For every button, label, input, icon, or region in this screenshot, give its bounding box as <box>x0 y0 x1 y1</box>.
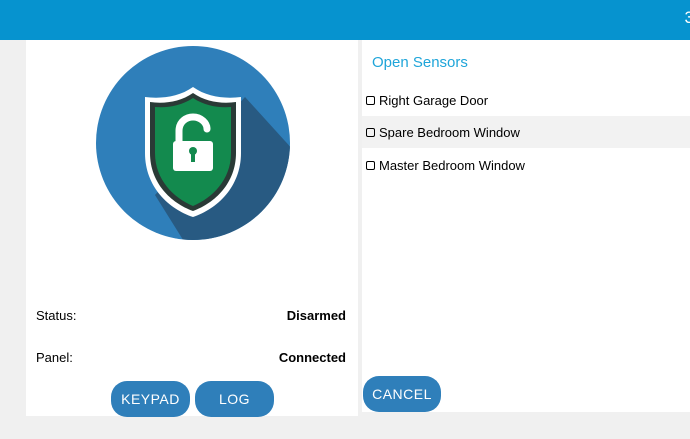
sensor-label: Master Bedroom Window <box>379 157 525 173</box>
sensor-label: Spare Bedroom Window <box>379 124 520 140</box>
keypad-button[interactable]: KEYPAD <box>111 381 190 417</box>
panel-value: Connected <box>278 350 346 365</box>
open-sensors-title: Open Sensors <box>372 54 468 71</box>
status-label: Status: <box>36 308 77 323</box>
sensor-checkbox[interactable] <box>366 127 375 137</box>
panel-label: Panel: <box>36 350 73 365</box>
sensor-label: Right Garage Door <box>379 92 489 108</box>
sensor-checkbox[interactable] <box>366 95 375 105</box>
sensor-checkbox[interactable] <box>366 160 375 170</box>
top-bar: 3 <box>0 0 690 40</box>
cancel-button[interactable]: CANCEL <box>363 376 441 412</box>
sensor-item-master-bedroom-window[interactable]: Master Bedroom Window <box>362 149 690 181</box>
status-value: Disarmed <box>286 308 346 323</box>
sensor-item-right-garage-door[interactable]: Right Garage Door <box>362 84 690 116</box>
shield-unlocked-icon <box>96 46 290 240</box>
top-bar-text: 3 <box>684 8 690 27</box>
log-button[interactable]: LOG <box>195 381 274 417</box>
open-sensors-panel: Open Sensors Right Garage Door Spare Bed… <box>362 40 690 412</box>
security-status-graphic <box>95 45 291 241</box>
security-panel: Status: Disarmed Panel: Connected KEYPAD… <box>26 40 358 417</box>
sensor-item-spare-bedroom-window[interactable]: Spare Bedroom Window <box>362 116 690 148</box>
